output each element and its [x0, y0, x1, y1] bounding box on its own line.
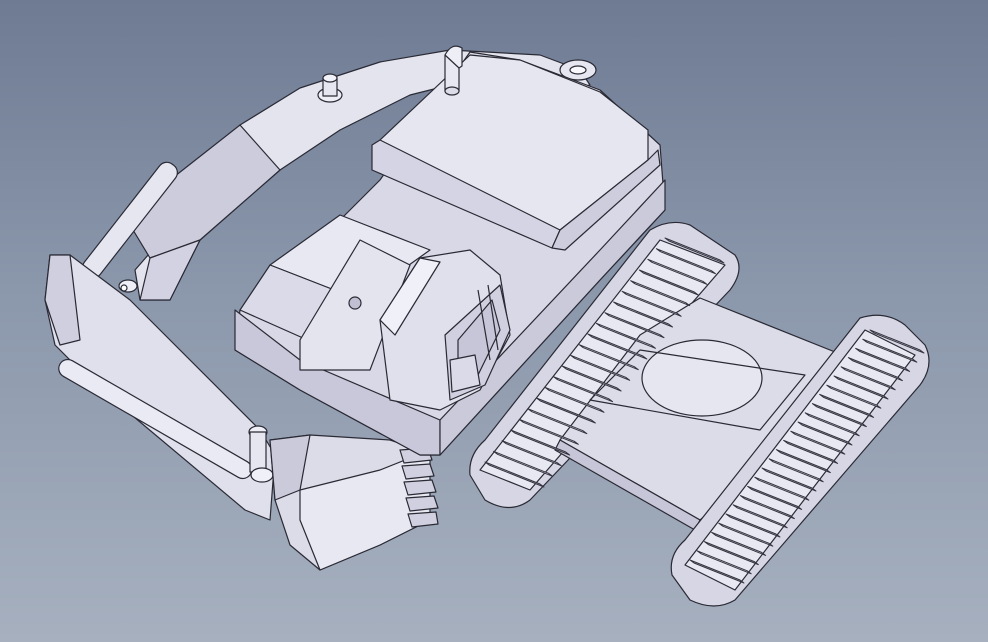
- bucket-pivot-pin: [250, 467, 274, 483]
- cad-viewport[interactable]: [0, 0, 988, 642]
- exhaust-stack: [444, 45, 463, 96]
- swing-bearing-ring: [641, 339, 763, 417]
- excavator-exploded-model: [44, 45, 930, 607]
- deck-hole: [348, 296, 362, 310]
- bucket: [269, 434, 439, 571]
